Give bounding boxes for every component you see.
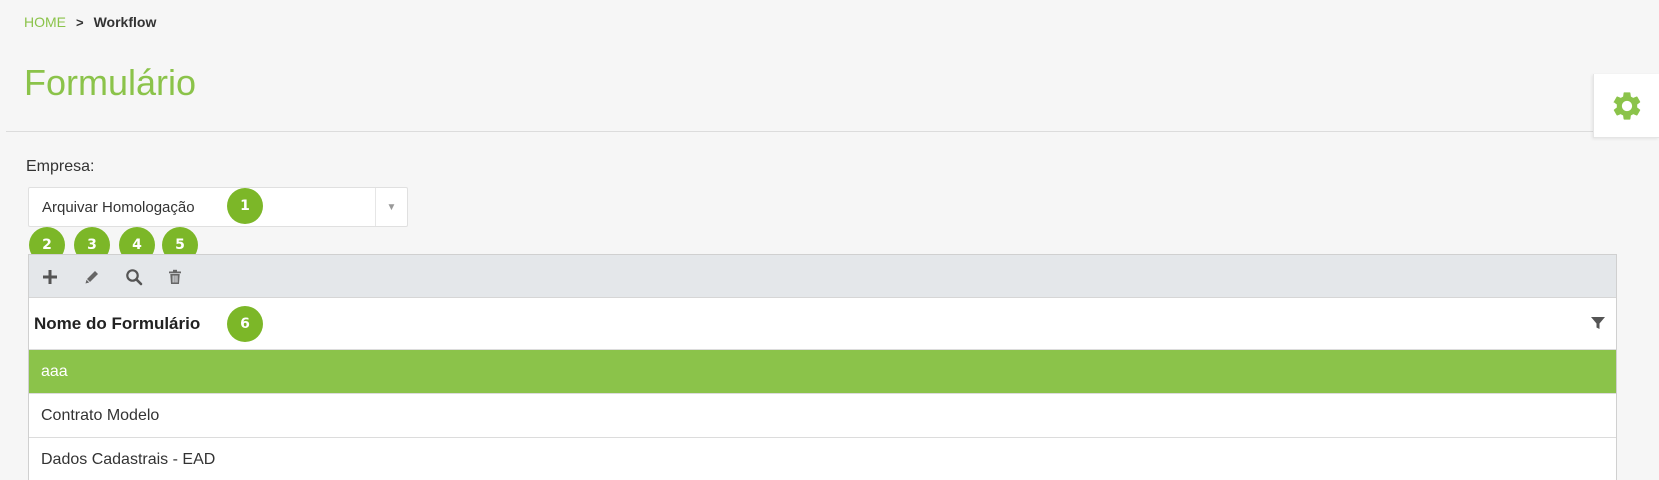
table-row[interactable]: Contrato Modelo bbox=[29, 394, 1616, 438]
table-cell: Dados Cadastrais - EAD bbox=[41, 451, 216, 468]
annotation-badge-1: 1 bbox=[227, 188, 263, 224]
breadcrumb-current: Workflow bbox=[93, 14, 157, 30]
grid-toolbar bbox=[29, 254, 1616, 298]
breadcrumb-home-link[interactable]: HOME bbox=[24, 14, 66, 30]
empresa-select-value: Arquivar Homologação bbox=[42, 199, 195, 216]
page-title: Formulário bbox=[24, 62, 197, 103]
delete-button[interactable] bbox=[163, 265, 187, 289]
edit-button[interactable] bbox=[80, 265, 104, 289]
table-row[interactable]: Dados Cadastrais - EAD bbox=[29, 438, 1616, 480]
gear-icon bbox=[1612, 91, 1640, 120]
search-icon bbox=[126, 269, 143, 286]
empresa-select[interactable]: Arquivar Homologação ▼ bbox=[28, 187, 408, 227]
plus-icon bbox=[43, 270, 57, 284]
table-row[interactable]: aaa bbox=[29, 350, 1616, 394]
annotation-badge-6: 6 bbox=[227, 306, 263, 342]
filter-icon[interactable] bbox=[1590, 315, 1606, 336]
trash-icon bbox=[169, 269, 181, 284]
chevron-down-icon[interactable]: ▼ bbox=[375, 188, 407, 226]
forms-grid: Nome do Formulário aaa Contrato Modelo D… bbox=[28, 254, 1617, 480]
table-cell: Contrato Modelo bbox=[41, 407, 160, 424]
table-cell: aaa bbox=[41, 363, 68, 380]
grid-column-header[interactable]: Nome do Formulário bbox=[29, 298, 1616, 350]
column-header-label: Nome do Formulário bbox=[34, 314, 201, 333]
settings-button[interactable] bbox=[1593, 74, 1659, 138]
breadcrumb: HOME > Workflow bbox=[24, 14, 156, 30]
header-divider bbox=[6, 131, 1596, 132]
add-button[interactable] bbox=[38, 265, 62, 289]
empresa-label: Empresa: bbox=[26, 158, 95, 175]
breadcrumb-separator: > bbox=[76, 14, 84, 30]
search-button[interactable] bbox=[122, 265, 146, 289]
pencil-icon bbox=[85, 271, 98, 284]
